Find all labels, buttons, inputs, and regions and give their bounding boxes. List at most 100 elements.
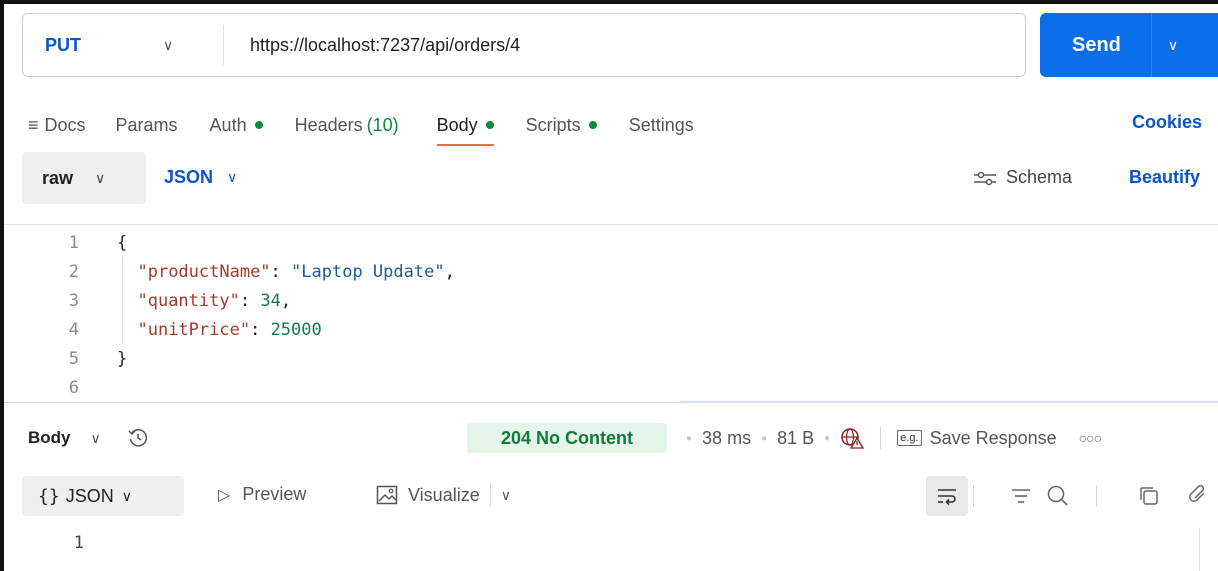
code-text: "quantity": 34, [137,290,292,311]
network-globe-icon[interactable] [840,427,865,449]
method-select[interactable]: PUT ∨ [23,35,223,56]
tab-params[interactable]: Params [116,108,178,142]
cookies-link[interactable]: Cookies [1132,112,1202,133]
play-icon: ▷ [218,486,231,504]
body-type-select[interactable]: raw ∨ [22,152,146,204]
schema-label: Schema [1006,167,1073,187]
response-time[interactable]: 38 ms [702,428,751,449]
tab-label: Settings [628,114,694,135]
braces-icon: {} [38,485,60,507]
beautify-button[interactable]: Beautify [1129,167,1200,188]
schema-icon [974,171,996,185]
json-comma: , [444,261,455,282]
tab-auth[interactable]: Auth [210,108,263,142]
code-line: 5 } [4,344,1218,373]
chevron-down-icon[interactable]: ∨ [501,487,511,504]
preview-label: Preview [242,484,307,504]
body-type-label: raw [42,167,74,188]
send-button[interactable]: Send ∨ [1040,13,1218,77]
docs-icon: ≡ [28,114,39,135]
wrap-icon [938,489,956,506]
headers-count: (10) [366,114,399,135]
divider [1150,13,1152,77]
separator-dot: ● [824,432,831,444]
json-key: "productName" [137,261,271,282]
response-format-label: JSON [65,485,114,506]
chevron-down-icon: ∨ [227,169,238,185]
tab-body[interactable]: Body [436,108,494,146]
tab-label: Params [115,114,178,135]
indent-guide [122,257,123,344]
code-text: "unitPrice": 25000 [137,319,322,340]
response-meta: ● 38 ms ● 81 B ● e.g. Save Response ○○○ [676,427,1102,449]
preview-button[interactable]: ▷ Preview [218,484,306,505]
url-bar: PUT ∨ https://localhost:7237/api/orders/… [22,13,1026,77]
body-format-select[interactable]: JSON ∨ [164,167,237,188]
tab-label: Scripts [525,114,581,135]
wrap-lines-button[interactable] [926,476,968,516]
tab-scripts[interactable]: Scripts [526,108,597,142]
divider [4,224,1218,225]
visualize-button[interactable]: Visualize ∨ [376,484,511,506]
chevron-down-icon[interactable]: ∨ [1168,37,1178,54]
divider [973,485,974,507]
code-line: 6 [4,373,1218,402]
code-line: 4 "unitPrice": 25000 [4,315,1218,344]
divider [1096,485,1097,507]
code-line: 1 { [4,228,1218,257]
tab-label: Docs [44,114,86,135]
tab-settings[interactable]: Settings [629,108,694,142]
pane-divider-highlight [680,401,1218,403]
status-dot [485,121,494,129]
chevron-down-icon: ∨ [121,487,132,504]
copy-icon[interactable] [1138,485,1160,507]
status-badge[interactable]: 204 No Content [467,423,667,453]
line-number: 1 [73,533,84,553]
example-icon: e.g. [897,430,922,446]
url-input[interactable]: https://localhost:7237/api/orders/4 [224,35,520,56]
code-text: { [117,232,128,253]
code-text: "productName": "Laptop Update", [137,261,455,282]
separator-dot: ● [761,432,768,444]
code-line: 3 "quantity": 34, [4,286,1218,315]
line-number: 5 [68,348,79,369]
response-format-select[interactable]: {} JSON ∨ [22,476,184,516]
search-icon[interactable] [1046,484,1070,508]
filter-icon[interactable] [1010,486,1032,506]
visualize-label: Visualize [408,484,480,505]
status-dot [588,121,597,129]
body-format-label: JSON [164,167,214,187]
json-comma: , [280,290,292,311]
line-number: 3 [68,290,79,311]
chevron-down-icon: ∨ [95,169,106,186]
code-line: 2 "productName": "Laptop Update", [4,257,1218,286]
response-size[interactable]: 81 B [777,428,814,449]
link-icon[interactable] [1186,485,1208,507]
history-icon[interactable] [127,427,149,449]
request-body-editor[interactable]: 1 { 2 "productName": "Laptop Update", 3 … [4,228,1218,402]
save-response-button[interactable]: Save Response [930,428,1057,449]
scrollbar[interactable] [1199,528,1200,571]
method-label: PUT [45,34,81,55]
tab-label: Auth [209,114,247,135]
image-icon [376,485,398,505]
tab-docs[interactable]: ≡ Docs [28,108,86,142]
separator-dot: ● [686,432,693,444]
json-value: 25000 [270,319,322,340]
status-dot [254,121,263,129]
tab-label: Body [436,114,478,135]
json-value: 34 [260,290,281,311]
response-body-select[interactable]: Body [28,428,71,448]
tab-headers[interactable]: Headers (10) [295,108,399,142]
chevron-down-icon[interactable]: ∨ [91,430,101,447]
schema-button[interactable]: Schema [972,167,1072,188]
more-options-icon[interactable]: ○○○ [1079,430,1102,446]
json-key: "quantity" [137,290,240,311]
line-number: 1 [68,232,79,253]
line-number: 6 [68,377,79,398]
line-number: 2 [68,261,79,282]
chevron-down-icon: ∨ [163,36,174,53]
json-key: "unitPrice" [137,319,251,340]
send-label: Send [1072,33,1121,56]
line-number: 4 [68,319,79,340]
